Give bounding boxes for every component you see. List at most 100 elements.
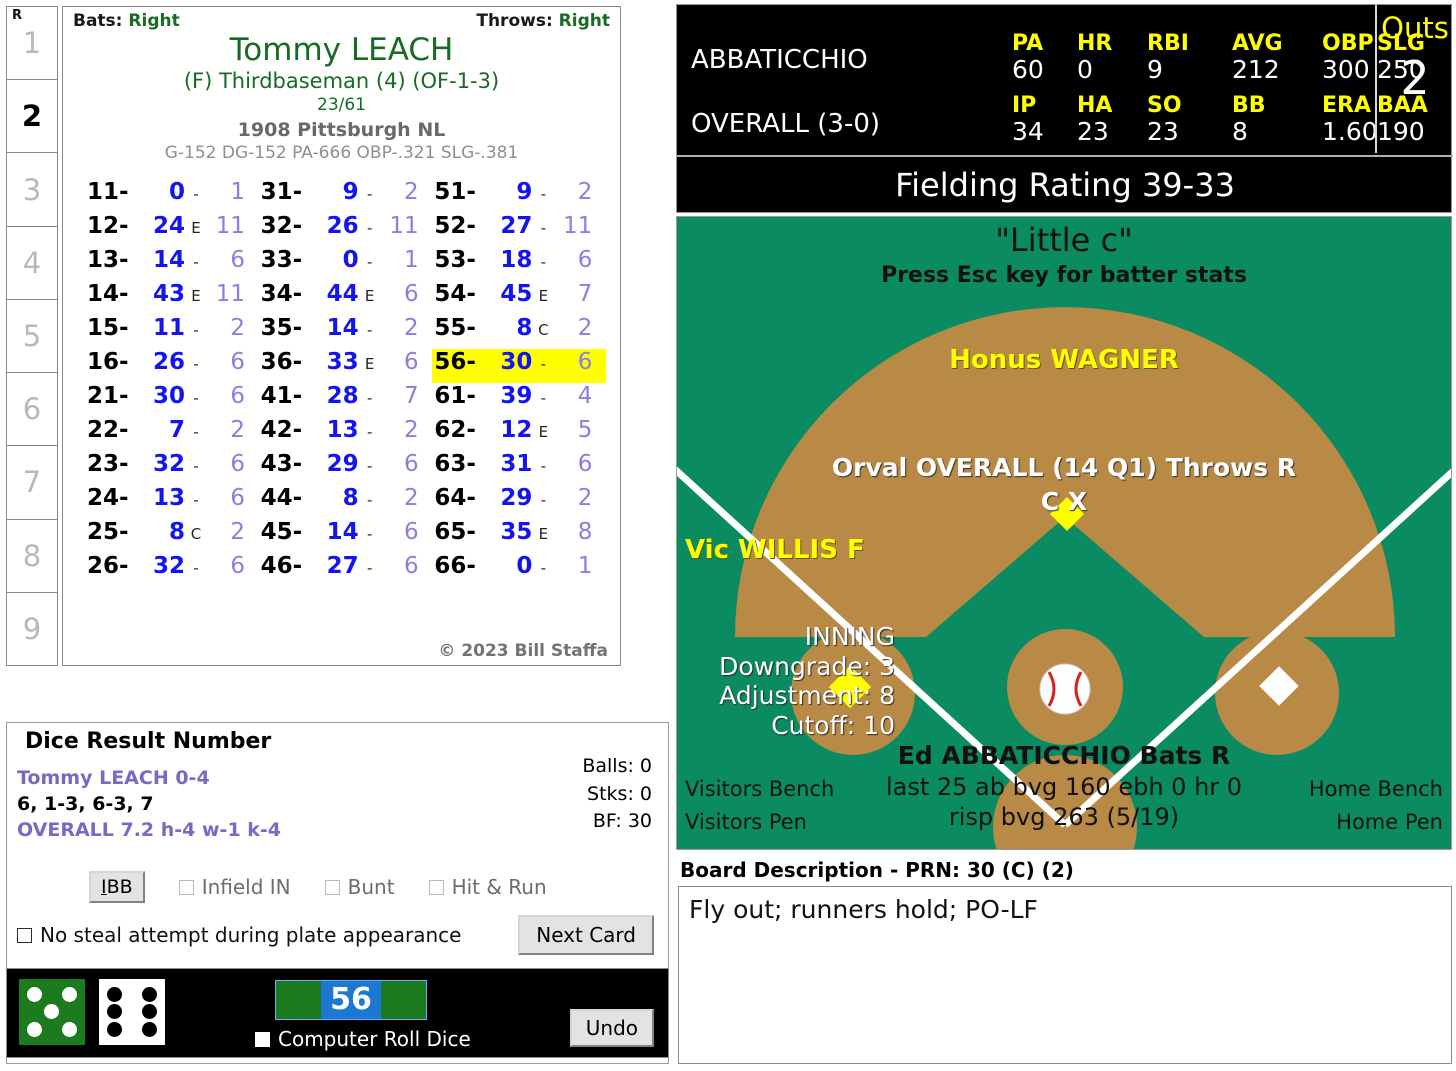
computer-roll-dice-checkbox[interactable] xyxy=(255,1031,270,1047)
dice-result-grid: 11- 0-1 31- 9-2 51- 9-2 12- 24 E 11 32- 26-11 52- 27-… xyxy=(63,179,620,587)
infield-in-label: Infield IN xyxy=(201,875,291,899)
bats-value: Right xyxy=(128,11,180,31)
die-pip xyxy=(141,1021,157,1037)
dice-result-mark: - xyxy=(366,457,373,475)
dice-result-mark: E xyxy=(538,423,549,441)
inning-cell-2[interactable]: 2 xyxy=(7,80,57,154)
dice-result-secondary: 4 xyxy=(577,383,593,409)
no-steal-checkbox[interactable] xyxy=(17,927,32,943)
die-pip xyxy=(141,987,157,1003)
infield-in-checkbox[interactable] xyxy=(178,879,194,895)
dice-result-mark: - xyxy=(366,389,373,407)
white-die[interactable] xyxy=(99,979,165,1045)
infield-in-checkbox-group[interactable]: Infield IN xyxy=(178,875,291,899)
no-steal-checkbox-group[interactable]: No steal attempt during plate appearance xyxy=(17,923,461,947)
dice-result-mark: - xyxy=(366,491,373,509)
die-pip xyxy=(107,1004,123,1020)
dice-result-mark: E xyxy=(538,287,549,305)
visitors-bench-link[interactable]: Visitors Bench xyxy=(685,773,834,806)
die-pip-empty xyxy=(61,1003,78,1020)
dice-result-key: 55- xyxy=(434,315,476,341)
hit-and-run-checkbox-group[interactable]: Hit & Run xyxy=(428,875,547,899)
field-shortstop-name[interactable]: Honus WAGNER xyxy=(677,345,1451,375)
dice-result-secondary: 6 xyxy=(230,383,245,409)
field-third-base-runner[interactable]: Vic WILLIS F xyxy=(685,535,865,565)
undo-button[interactable]: Undo xyxy=(569,1009,654,1047)
inning-cell-8[interactable]: 8 xyxy=(7,520,57,593)
hit-and-run-checkbox[interactable] xyxy=(428,879,444,895)
die-pip-empty xyxy=(123,986,140,1003)
dice-result-value: 8 xyxy=(168,519,185,545)
field-inning-block: INNING Downgrade: 3 Adjustment: 8 Cutoff… xyxy=(685,622,895,740)
dice-result-mark: - xyxy=(193,559,199,577)
inning-cell-6[interactable]: 6 xyxy=(7,373,57,447)
dice-result-mark: - xyxy=(366,321,373,339)
next-card-button[interactable]: Next Card xyxy=(518,915,654,955)
dice-result-secondary: 6 xyxy=(230,451,245,477)
die-pip-empty xyxy=(123,1003,140,1020)
die-pip xyxy=(27,1021,43,1037)
field-esc-hint: Press Esc key for batter stats xyxy=(881,263,1247,288)
dice-result-key: 44- xyxy=(260,485,303,511)
dice-result-sequence-line: 6, 1-3, 6-3, 7 xyxy=(17,793,154,815)
inning-cell-9[interactable]: 9 xyxy=(7,593,57,665)
throws-value: Right xyxy=(558,11,610,31)
outs-label: Outs xyxy=(1381,11,1449,45)
home-bench-link[interactable]: Home Bench xyxy=(1309,773,1443,806)
dice-result-row: 53- 18- 6 xyxy=(432,247,606,281)
bunt-checkbox-group[interactable]: Bunt xyxy=(324,875,395,899)
green-die[interactable] xyxy=(19,979,85,1045)
dice-result-value: 30 xyxy=(500,349,533,375)
dice-result-mark: E xyxy=(364,287,375,305)
dice-result-secondary: 2 xyxy=(404,179,419,205)
app-root: R 1 2 3 4 5 6 7 8 9 Bats: Right Throws: … xyxy=(0,0,1456,1071)
dice-result-value: 11 xyxy=(152,315,185,341)
dice-result-secondary: 1 xyxy=(404,247,419,273)
dice-result-secondary: 2 xyxy=(404,315,419,341)
outs-panel: Outs 2 xyxy=(1375,5,1453,153)
field-cutoff: Cutoff: 10 xyxy=(771,710,895,740)
dice-result-value: 0 xyxy=(342,247,359,273)
dice-result-secondary: 7 xyxy=(577,281,593,307)
dice-result-key: 43- xyxy=(260,451,303,477)
dice-result-value: 33 xyxy=(326,349,359,375)
board-description-box[interactable]: Fly out; runners hold; PO-LF xyxy=(678,886,1452,1064)
dice-result-key: 36- xyxy=(260,349,303,375)
dice-result-key: 33- xyxy=(260,247,303,273)
visitors-pen-link[interactable]: Visitors Pen xyxy=(685,806,834,839)
bunt-checkbox[interactable] xyxy=(324,879,340,895)
dice-result-mark: - xyxy=(193,389,199,407)
ibb-button[interactable]: IBB xyxy=(89,871,145,903)
card-season-stats: G-152 DG-152 PA-666 OBP-.321 SLG-.381 xyxy=(164,143,519,163)
dice-result-value: 26 xyxy=(326,213,359,239)
inning-cell-4[interactable]: 4 xyxy=(7,227,57,300)
scoreboard-stats: ABBATICCHIO PA HR RBI AVG OBP SLG 60 0 9 212 300 2… xyxy=(677,5,1428,153)
computer-roll-dice-group[interactable]: Computer Roll Dice xyxy=(255,1027,471,1051)
dice-result-mark: - xyxy=(540,219,547,237)
dice-result-secondary: 2 xyxy=(230,519,245,545)
dice-result-mark: - xyxy=(366,559,373,577)
dice-result-secondary: 11 xyxy=(563,213,593,239)
die-pip xyxy=(107,987,123,1003)
card-team: 1908 Pittsburgh NL xyxy=(237,119,446,141)
dice-result-secondary: 6 xyxy=(404,451,419,477)
dice-result-row: 62- 12 E 5 xyxy=(432,417,606,451)
dice-result-secondary: 5 xyxy=(577,417,593,443)
dice-result-value: 26 xyxy=(152,349,185,375)
field-pitcher-line[interactable]: Orval OVERALL (14 Q1) Throws R xyxy=(677,453,1451,482)
dice-result-value: 29 xyxy=(500,485,533,511)
inning-cell-3[interactable]: 3 xyxy=(7,153,57,227)
inning-cell-7[interactable]: 7 xyxy=(7,446,57,520)
dice-result-value: 45 xyxy=(500,281,533,307)
card-player-name: Tommy LEACH xyxy=(229,32,454,68)
dice-result-key: 25- xyxy=(87,519,129,545)
dice-result-batter-line: Tommy LEACH 0-4 xyxy=(17,767,210,789)
dice-result-value: 44 xyxy=(326,281,359,307)
die-pip xyxy=(44,1004,60,1020)
inning-cell-5[interactable]: 5 xyxy=(7,300,57,374)
baseball-field[interactable]: "Little c" Press Esc key for batter stat… xyxy=(676,216,1452,850)
dice-result-value: 0 xyxy=(168,179,185,205)
home-pen-link[interactable]: Home Pen xyxy=(1309,806,1443,839)
dice-result-row: 33- 0- 1 xyxy=(259,247,433,281)
player-card-area: R 1 2 3 4 5 6 7 8 9 Bats: Right Throws: … xyxy=(6,6,621,666)
